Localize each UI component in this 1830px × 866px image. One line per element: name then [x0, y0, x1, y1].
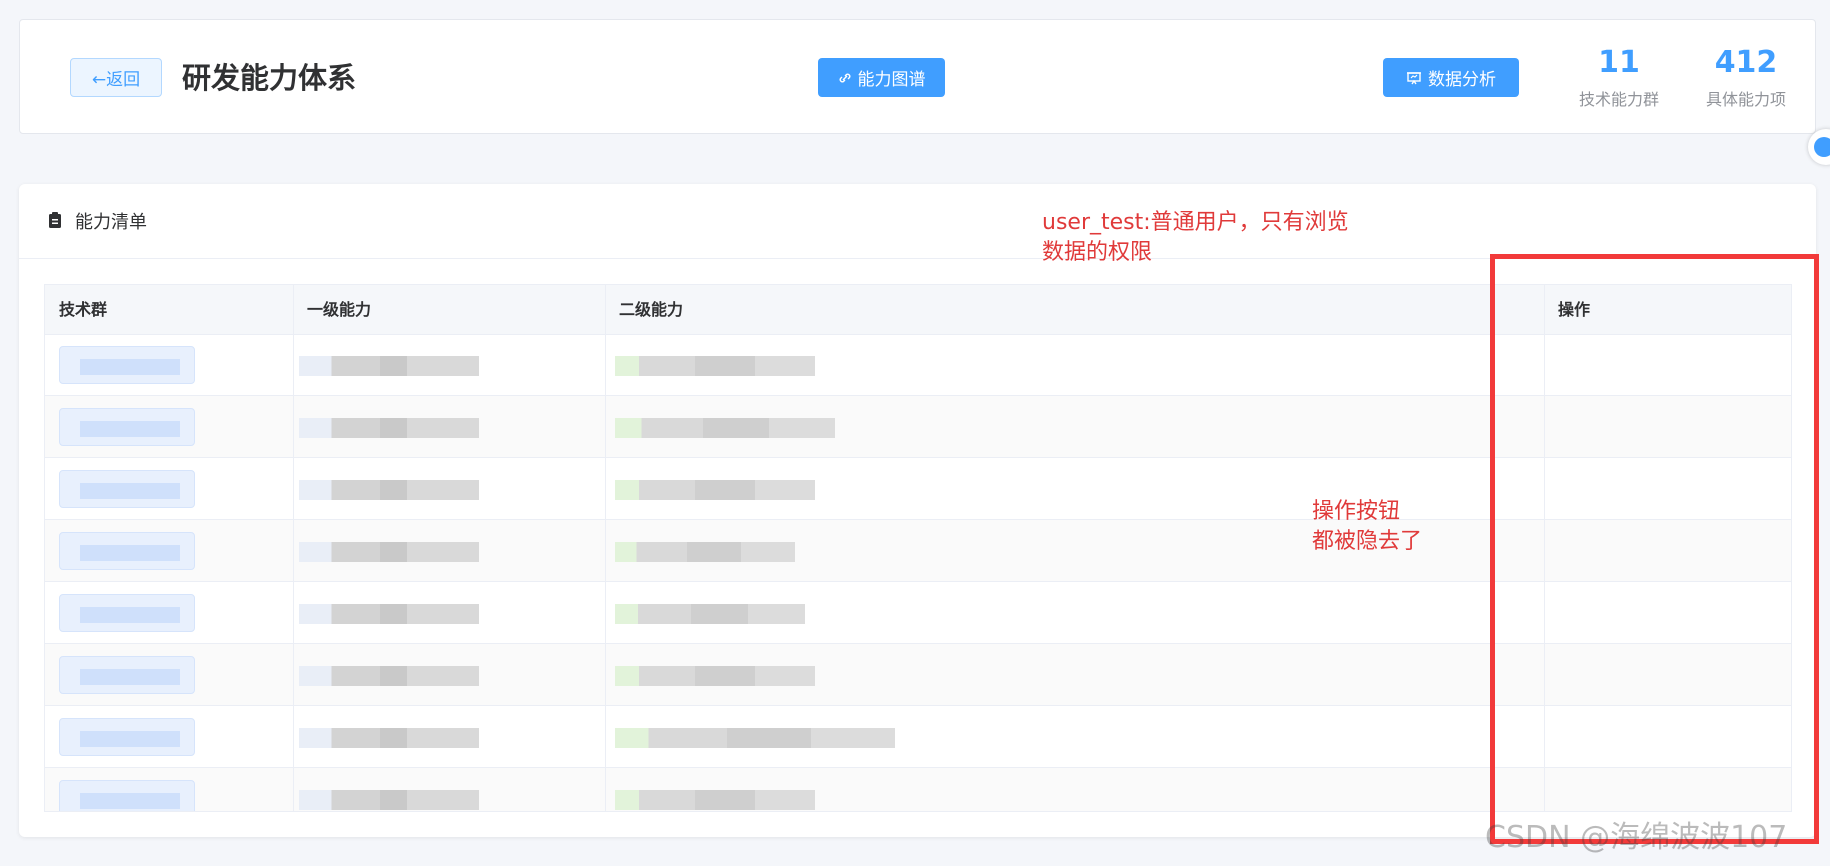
cell-tech-group: [45, 396, 293, 458]
cell-level1: [293, 520, 605, 582]
page-title: 研发能力体系: [182, 61, 357, 95]
obscured-level1-text: [299, 666, 479, 686]
column-header-level2: 二级能力: [619, 300, 684, 319]
obscured-level1-text: [299, 542, 479, 562]
stat-capability-items: 412 具体能力项: [1679, 44, 1813, 110]
obscured-tech-group-tag: [59, 718, 195, 756]
cell-level1: [293, 334, 605, 396]
cell-tech-group: [45, 520, 293, 582]
user-permission-annotation-line2: 数据的权限: [1042, 240, 1153, 265]
obscured-level1-text: [299, 418, 479, 438]
obscured-level2-text: [615, 542, 795, 562]
obscured-tech-group-tag: [59, 346, 195, 384]
back-button-label: ←返回: [91, 70, 141, 90]
cell-tech-group: [45, 334, 293, 396]
cell-level1: [293, 768, 605, 811]
obscured-level2-text: [615, 480, 815, 500]
cell-tech-group: [45, 582, 293, 644]
stat-tech-groups-value: 11: [1598, 45, 1640, 80]
cell-level1: [293, 706, 605, 768]
obscured-tech-group-tag: [59, 656, 195, 694]
presentation-icon: [1407, 71, 1421, 84]
user-permission-annotation: user_test:普通用户，只有浏览 数据的权限: [1042, 208, 1382, 268]
obscured-level1-text: [299, 790, 479, 810]
obscured-level2-text: [615, 666, 815, 686]
obscured-level2-text: [615, 728, 895, 748]
obscured-level2-text: [615, 604, 805, 624]
cell-level1: [293, 396, 605, 458]
obscured-level1-text: [299, 728, 479, 748]
obscured-level1-text: [299, 356, 479, 376]
actions-hidden-annotation: 操作按钮 都被隐去了: [1312, 497, 1472, 557]
cell-level2: [605, 334, 1545, 396]
stat-capability-items-label: 具体能力项: [1705, 90, 1786, 109]
obscured-level1-text: [299, 480, 479, 500]
data-analysis-label: 数据分析: [1428, 70, 1496, 90]
capability-map-label: 能力图谱: [857, 70, 926, 90]
list-header: 能力清单: [19, 184, 1816, 259]
cell-level2: [605, 582, 1545, 644]
actions-column-highlight: [1490, 254, 1819, 844]
cell-tech-group: [45, 458, 293, 520]
watermark: CSDN @海绵波波107: [1485, 820, 1788, 855]
obscured-level2-text: [615, 790, 815, 810]
cell-level2: [605, 768, 1545, 811]
assistant-icon: [1814, 137, 1830, 157]
stat-tech-groups-label: 技术能力群: [1578, 90, 1659, 109]
cell-level2: [605, 644, 1545, 706]
column-header-tech-group: 技术群: [59, 300, 108, 319]
column-divider: [293, 285, 294, 811]
data-analysis-button[interactable]: 数据分析: [1383, 58, 1519, 97]
cell-tech-group: [45, 706, 293, 768]
obscured-level1-text: [299, 604, 479, 624]
capability-map-button[interactable]: 能力图谱: [818, 58, 945, 97]
cell-level1: [293, 458, 605, 520]
obscured-tech-group-tag: [59, 780, 195, 811]
actions-hidden-annotation-line1: 操作按钮: [1312, 499, 1401, 524]
cell-level2: [605, 706, 1545, 768]
cell-level1: [293, 582, 605, 644]
stat-tech-groups: 11 技术能力群: [1552, 44, 1686, 110]
obscured-tech-group-tag: [59, 532, 195, 570]
column-divider: [605, 285, 606, 811]
link-icon: [839, 73, 850, 82]
header-card: ←返回 研发能力体系 能力图谱 数据分析 11 技术能力群 412 具体能力项: [19, 19, 1816, 134]
cell-level1: [293, 644, 605, 706]
back-button[interactable]: ←返回: [70, 58, 162, 97]
obscured-tech-group-tag: [59, 408, 195, 446]
cell-tech-group: [45, 644, 293, 706]
floating-assistant-button[interactable]: [1808, 129, 1830, 165]
obscured-level2-text: [615, 356, 815, 376]
obscured-tech-group-tag: [59, 470, 195, 508]
stat-capability-items-value: 412: [1714, 45, 1778, 80]
cell-level2: [605, 396, 1545, 458]
obscured-level2-text: [615, 418, 835, 438]
obscured-tech-group-tag: [59, 594, 195, 632]
cell-tech-group: [45, 768, 293, 811]
user-permission-annotation-line1: user_test:普通用户，只有浏览: [1042, 210, 1349, 235]
list-title: 能力清单: [75, 212, 147, 233]
column-header-level1: 一级能力: [307, 300, 372, 319]
clipboard-icon: [49, 212, 61, 228]
actions-hidden-annotation-line2: 都被隐去了: [1312, 529, 1423, 554]
